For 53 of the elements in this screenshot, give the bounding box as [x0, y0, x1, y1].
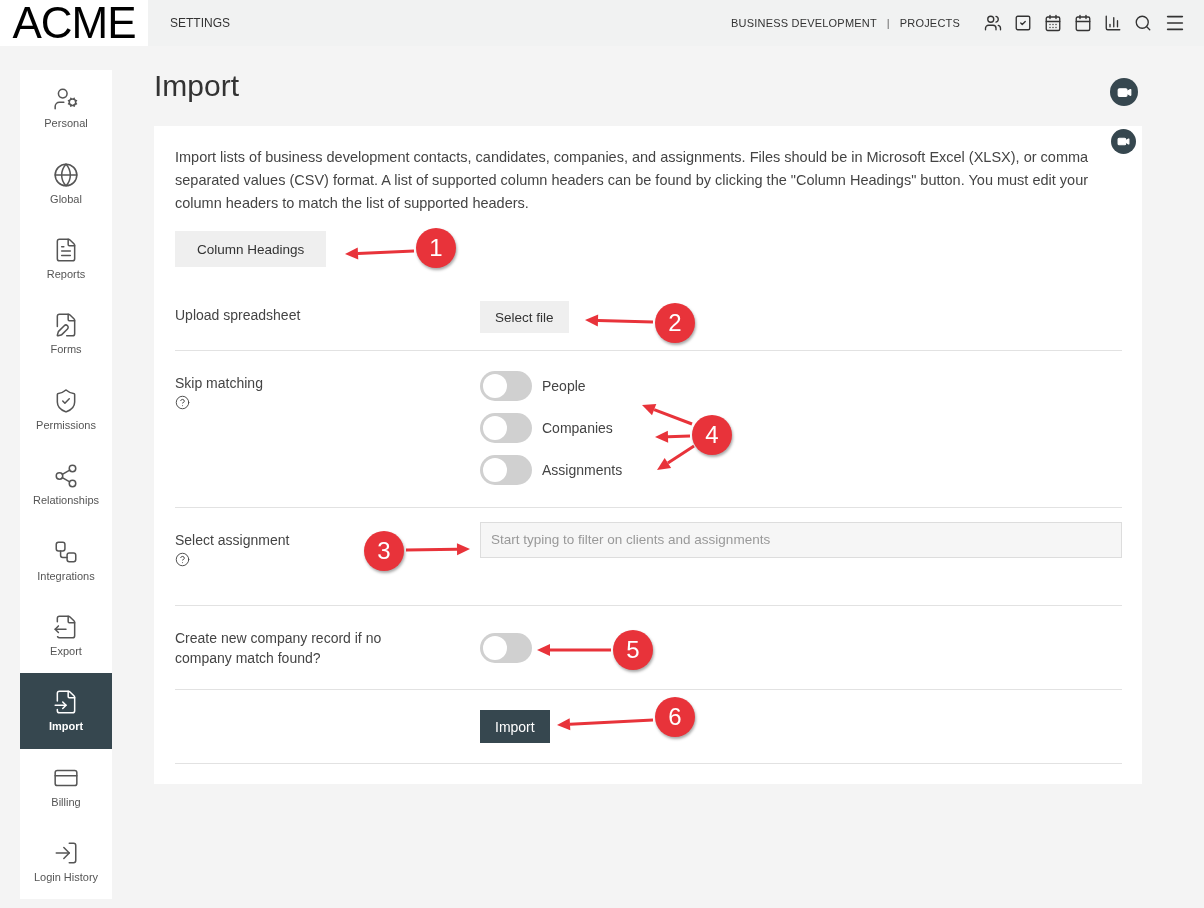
help-icon[interactable]: [175, 552, 190, 567]
sidebar-label: Relationships: [32, 494, 99, 507]
bar-chart-icon[interactable]: [1104, 14, 1122, 32]
toggle-switch[interactable]: [480, 413, 532, 443]
sidebar-label: Global: [50, 192, 82, 205]
callout-arrow: [345, 247, 415, 260]
video-button[interactable]: [1111, 129, 1136, 154]
description: Import lists of business development contacts, candidates, companies, and assignments. Files should be in Microsoft Excel (XLSX), or comma separated values (CSV) format. A list of supported column headers can be found by clicking the "Column Headings" button. You must edit your column headers to match the list of supported headers.: [175, 148, 1090, 213]
login-icon: [53, 840, 79, 867]
flow-icon: [53, 538, 79, 565]
search-icon[interactable]: [1134, 14, 1152, 32]
nav-link[interactable]: BUSINESS DEVELOPMENT: [731, 17, 877, 29]
column-headings-button[interactable]: Column Headings: [175, 231, 327, 267]
toggle-switch[interactable]: [480, 633, 532, 663]
sidebar-label: Billing: [51, 795, 81, 808]
callout-arrow: [585, 314, 654, 327]
toggle-switch[interactable]: [480, 455, 532, 485]
toggle-label: Companies: [542, 420, 613, 436]
field-label: Skip matching: [175, 374, 263, 393]
separator: |: [886, 17, 890, 29]
calendar-icon[interactable]: [1074, 14, 1092, 32]
sidebar-label: Export: [50, 644, 82, 657]
sidebar-label: Import: [48, 720, 84, 733]
sidebar-label: Integrations: [37, 569, 95, 582]
toggle-label: People: [542, 378, 586, 394]
checkbox-icon[interactable]: [1014, 14, 1032, 32]
globe-icon: [53, 161, 79, 188]
sidebar-label: Forms: [50, 343, 82, 356]
field-label: Select assignment: [175, 531, 290, 550]
field-label: Upload spreadsheet: [175, 306, 301, 325]
video-icon: [1117, 135, 1130, 148]
sidebar-label: Login History: [33, 871, 99, 884]
logo: ACME: [0, 0, 148, 46]
import-button[interactable]: Import: [480, 710, 550, 743]
help-icon[interactable]: [175, 395, 190, 410]
sidebar-label: Reports: [46, 267, 86, 280]
select-file-button[interactable]: Select file: [480, 301, 569, 333]
sidebar-label: Permissions: [36, 418, 96, 431]
callout-arrow: [642, 404, 693, 426]
section-title: SETTINGS: [170, 16, 231, 30]
toggle-switch[interactable]: [480, 371, 532, 401]
callout-arrow: [405, 543, 470, 556]
page-title: Import: [154, 69, 240, 103]
sidebar-item[interactable]: Import: [20, 673, 112, 749]
calendar-icon[interactable]: [1044, 14, 1062, 32]
sidebar-label: Personal: [44, 117, 88, 130]
toggle-label: Assignments: [542, 462, 623, 478]
video-button[interactable]: [1110, 78, 1138, 106]
nav-link[interactable]: PROJECTS: [899, 17, 960, 29]
people-icon[interactable]: [984, 14, 1002, 32]
nodes-icon: [53, 463, 79, 490]
assignment-search-field[interactable]: Start typing to filter on clients and assignments: [480, 521, 1122, 558]
field-label: Create new company record if no company match found?: [175, 629, 383, 668]
